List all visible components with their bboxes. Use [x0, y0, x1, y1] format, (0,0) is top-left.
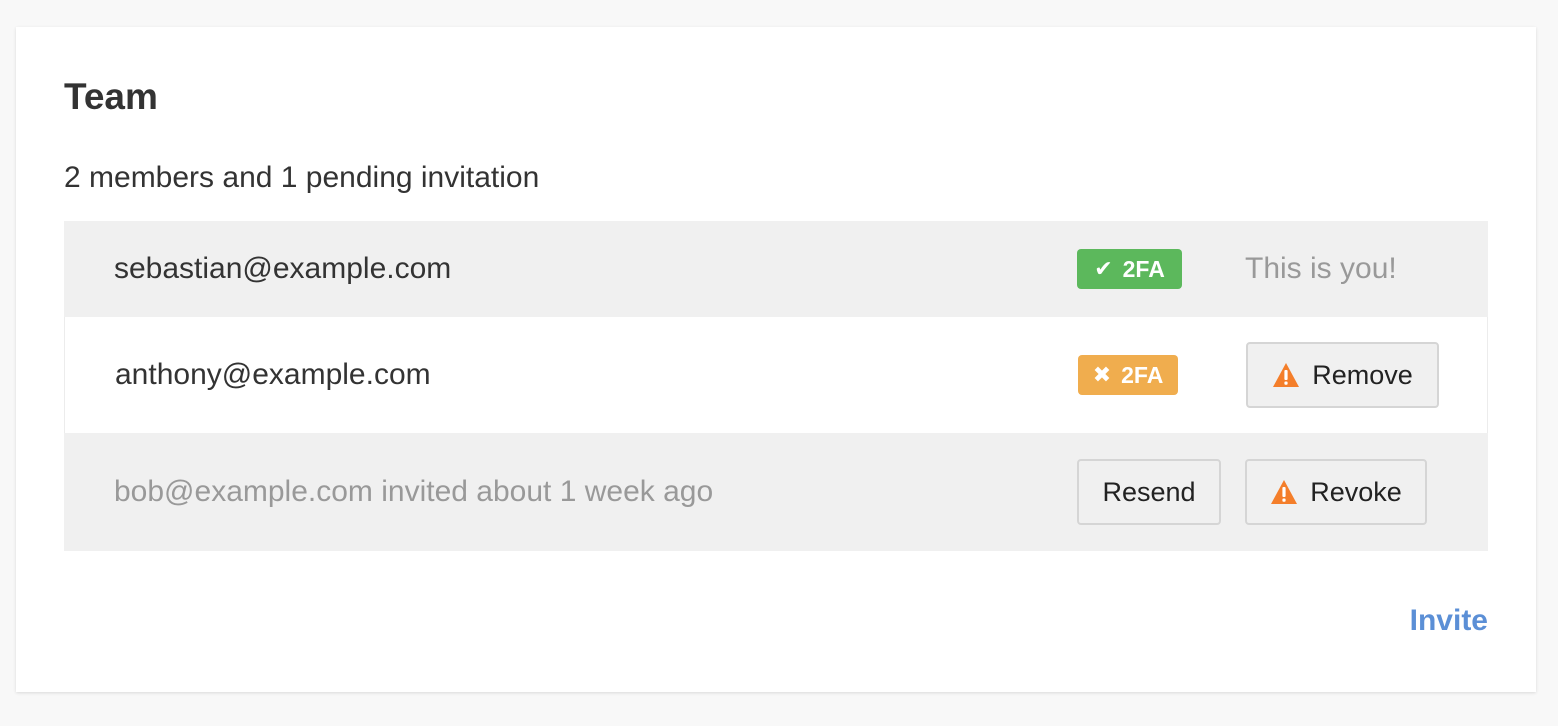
x-icon: ✖: [1092, 362, 1112, 387]
revoke-label: Revoke: [1310, 476, 1402, 507]
invite-link[interactable]: Invite: [1410, 603, 1488, 639]
remove-member-button[interactable]: Remove: [1246, 342, 1439, 408]
team-summary: 2 members and 1 pending invitation: [64, 161, 540, 194]
member-row: anthony@example.com ✖ 2FA Remove: [64, 317, 1488, 433]
current-user-note: This is you!: [1245, 252, 1397, 285]
invitation-text: bob@example.com invited about 1 week ago: [114, 475, 714, 508]
team-card: Team 2 members and 1 pending invitation …: [16, 27, 1536, 692]
member-row: sebastian@example.com ✔ 2FA This is you!: [64, 221, 1488, 317]
member-email: sebastian@example.com: [114, 252, 452, 285]
page-title: Team: [64, 76, 158, 117]
warning-icon: [1273, 363, 1300, 387]
two-fa-badge-disabled: ✖ 2FA: [1078, 355, 1178, 395]
two-fa-label: 2FA: [1122, 255, 1165, 282]
revoke-invitation-button[interactable]: Revoke: [1245, 459, 1427, 525]
two-fa-badge-enabled: ✔ 2FA: [1077, 249, 1182, 289]
member-email: anthony@example.com: [115, 358, 431, 391]
resend-invitation-button[interactable]: Resend: [1077, 459, 1221, 525]
invitation-row: bob@example.com invited about 1 week ago…: [64, 433, 1488, 551]
warning-icon: [1271, 480, 1298, 504]
team-members-list: sebastian@example.com ✔ 2FA This is you!…: [64, 221, 1488, 551]
two-fa-label: 2FA: [1121, 361, 1164, 388]
check-icon: ✔: [1094, 256, 1113, 281]
resend-label: Resend: [1102, 476, 1196, 507]
remove-label: Remove: [1312, 359, 1413, 390]
